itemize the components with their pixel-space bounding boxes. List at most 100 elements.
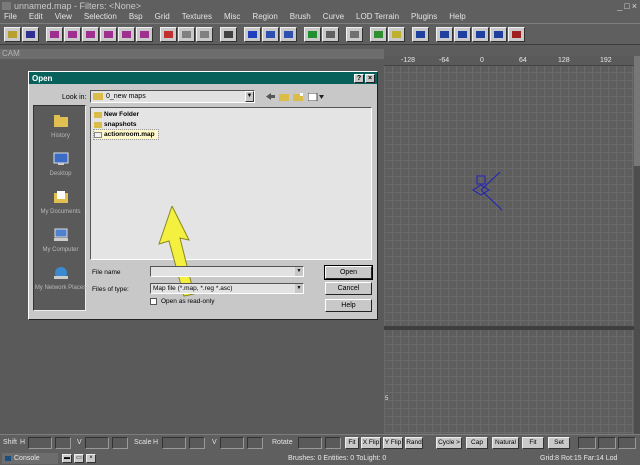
checkbox-box[interactable] (150, 298, 157, 305)
list-item-selected[interactable]: actionroom.map (93, 129, 159, 140)
rand-button[interactable]: Rand (405, 437, 423, 449)
fit-patch-button[interactable]: Fit (522, 437, 544, 449)
menu-file[interactable]: File (4, 11, 17, 23)
view-z-button[interactable] (472, 26, 489, 42)
back-button[interactable] (264, 90, 277, 103)
patch-input-3[interactable] (618, 437, 636, 449)
menu-selection[interactable]: Selection (84, 11, 117, 23)
up-folder-button[interactable] (277, 90, 290, 103)
close-button[interactable]: × (632, 1, 637, 11)
scale-h-step[interactable] (189, 437, 205, 449)
select-inside-button[interactable] (196, 26, 213, 42)
grid-view[interactable]: -128 -64 0 64 128 192 5 (384, 56, 634, 434)
shift-v-input[interactable] (85, 437, 109, 449)
rotate-z-tool-button[interactable] (136, 26, 153, 42)
drag-edges-button[interactable] (262, 26, 279, 42)
menu-region[interactable]: Region (252, 11, 277, 23)
console-minimize-button[interactable]: ▬ (62, 454, 72, 463)
places-my-documents[interactable]: My Documents (34, 190, 87, 216)
scale-v-input[interactable] (220, 437, 244, 449)
menu-textures[interactable]: Textures (182, 11, 212, 23)
save-tool-button[interactable] (22, 26, 39, 42)
look-in-dropdown[interactable]: 0_new maps ▼ (90, 90, 255, 103)
natural-button[interactable]: Natural (492, 437, 519, 449)
open-button[interactable]: Open (324, 265, 373, 280)
console-tab[interactable]: Console (2, 453, 58, 464)
view-y-button[interactable] (454, 26, 471, 42)
show-all-button[interactable] (412, 26, 429, 42)
rotate-input[interactable] (298, 437, 322, 449)
console-close-button[interactable]: × (86, 454, 96, 463)
places-desktop[interactable]: Desktop (34, 152, 87, 178)
flip-x-tool-button[interactable] (46, 26, 63, 42)
chevron-down-icon[interactable]: ▼ (295, 284, 303, 293)
shift-v-step[interactable] (112, 437, 128, 449)
menu-misc[interactable]: Misc (224, 11, 240, 23)
places-my-network[interactable]: My Network Places (34, 266, 87, 292)
menu-grid[interactable]: Grid (155, 11, 170, 23)
minimize-button[interactable]: _ (617, 1, 622, 11)
chevron-down-icon[interactable]: ▼ (295, 267, 303, 276)
clipper-button[interactable] (244, 26, 261, 42)
places-my-computer[interactable]: My Computer (34, 228, 87, 254)
patch-bend-button[interactable] (370, 26, 387, 42)
surface-inspector-button[interactable] (490, 26, 507, 42)
select-touching-button[interactable] (178, 26, 195, 42)
brush-selection-icon[interactable] (472, 172, 504, 212)
patch-insert-button[interactable] (388, 26, 405, 42)
menu-bsp[interactable]: Bsp (129, 11, 143, 23)
menu-edit[interactable]: Edit (29, 11, 43, 23)
csg-subtract-button[interactable] (220, 26, 237, 42)
rotate-x-tool-button[interactable] (64, 26, 81, 42)
file-list[interactable]: New Folder snapshots actionroom.map (90, 107, 372, 260)
scale-h-input[interactable] (162, 437, 186, 449)
new-folder-button[interactable] (291, 90, 304, 103)
patch-input-2[interactable] (598, 437, 616, 449)
menu-curve[interactable]: Curve (323, 11, 344, 23)
view-entities-button[interactable] (304, 26, 321, 42)
grid-scrollbar[interactable] (634, 56, 640, 434)
grid-split-bar[interactable] (384, 326, 634, 330)
menu-view[interactable]: View (55, 11, 72, 23)
flip-z-tool-button[interactable] (118, 26, 135, 42)
dialog-help-button[interactable]: ? (354, 73, 364, 83)
terrain-button[interactable] (508, 26, 525, 42)
rotate-step[interactable] (325, 437, 341, 449)
scale-v-step[interactable] (247, 437, 263, 449)
view-x-button[interactable] (436, 26, 453, 42)
open-tool-button[interactable] (4, 26, 21, 42)
help-button[interactable]: Help (325, 299, 372, 312)
shift-h-step[interactable] (55, 437, 71, 449)
cancel-button[interactable]: Cancel (325, 282, 372, 295)
view-menu-button[interactable] (307, 90, 325, 103)
read-only-checkbox[interactable]: Open as read-only (150, 298, 214, 305)
maximize-button[interactable]: □ (624, 1, 629, 11)
menu-brush[interactable]: Brush (290, 11, 311, 23)
flip-y-tool-button[interactable] (82, 26, 99, 42)
list-item[interactable]: snapshots (94, 120, 140, 129)
select-complete-tall-button[interactable] (160, 26, 177, 42)
cycle-button[interactable]: Cycle > (436, 437, 462, 449)
y-flip-button[interactable]: Y Flip (383, 437, 403, 449)
menu-lod-terrain[interactable]: LOD Terrain (356, 11, 399, 23)
list-item[interactable]: New Folder (94, 110, 142, 119)
texture-lock-button[interactable] (346, 26, 363, 42)
places-history[interactable]: History (34, 114, 87, 140)
scrollbar-thumb[interactable] (634, 56, 640, 166)
chevron-down-icon[interactable]: ▼ (245, 91, 254, 102)
file-name-input[interactable]: ▼ (150, 266, 304, 277)
files-of-type-select[interactable]: Map file (*.map, *.reg *.asc) ▼ (150, 283, 304, 294)
cubic-clip-button[interactable] (322, 26, 339, 42)
dialog-close-button[interactable]: × (365, 73, 375, 83)
cap-button[interactable]: Cap (466, 437, 488, 449)
drag-vertices-button[interactable] (280, 26, 297, 42)
set-button[interactable]: Set (548, 437, 570, 449)
rotate-y-tool-button[interactable] (100, 26, 117, 42)
console-restore-button[interactable]: ▭ (74, 454, 84, 463)
fit-button[interactable]: Fit (345, 437, 359, 449)
x-flip-button[interactable]: X Flip (361, 437, 381, 449)
menu-help[interactable]: Help (449, 11, 465, 23)
shift-h-input[interactable] (28, 437, 52, 449)
patch-input-1[interactable] (578, 437, 596, 449)
menu-plugins[interactable]: Plugins (411, 11, 437, 23)
